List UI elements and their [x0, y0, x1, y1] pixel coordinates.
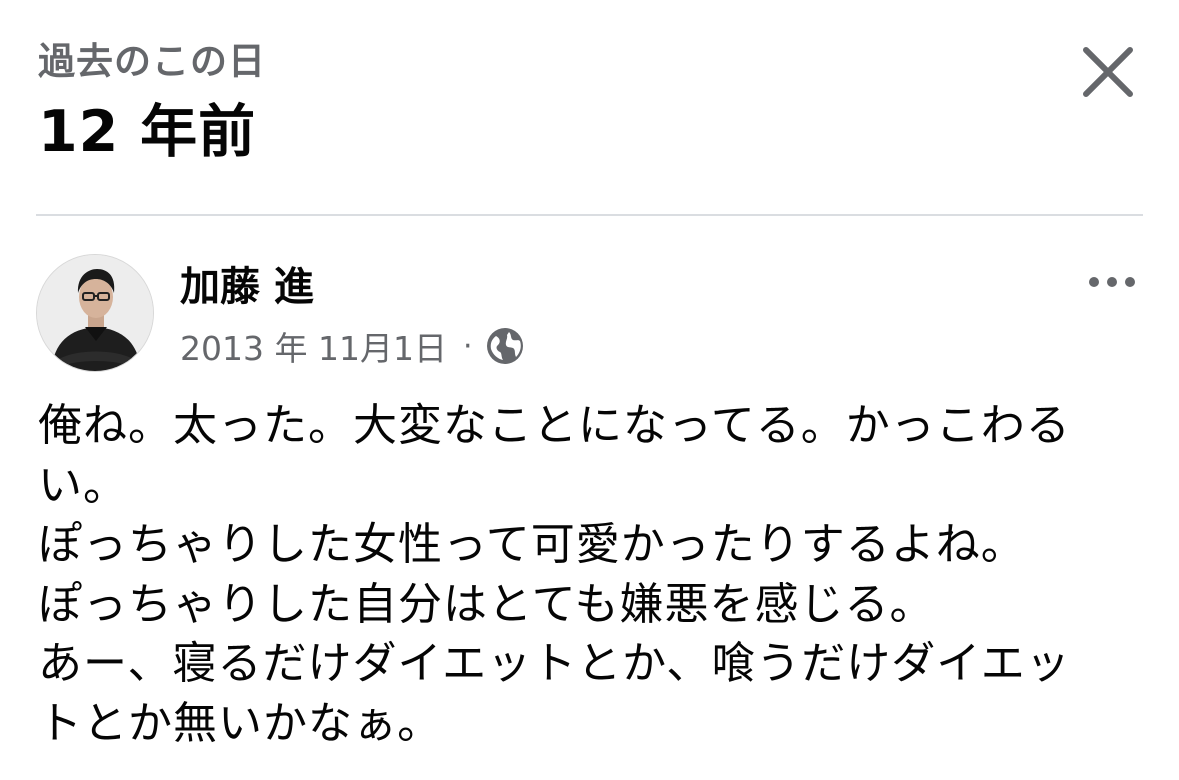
- memories-header: 過去のこの日 12 年前: [0, 0, 1179, 216]
- header-divider: [36, 214, 1143, 216]
- post-text-line: ぽっちゃりした自分はとても嫌悪を感じる。: [38, 578, 935, 630]
- post-text-line: い。: [38, 459, 128, 511]
- author-name[interactable]: 加藤 進: [180, 260, 314, 314]
- post-text: 俺ね。太った。大変なことになってる。かっこわる い。 ぽっちゃりした女性って可愛…: [38, 396, 1148, 780]
- close-button[interactable]: [1076, 40, 1140, 104]
- post-text-line: ぽっちゃりした女性って可愛かったりするよね。: [38, 519, 1026, 570]
- avatar[interactable]: [36, 254, 154, 372]
- close-icon: [1083, 47, 1133, 97]
- more-horizontal-icon: [1089, 277, 1135, 287]
- post-meta: 2013 年 11月1日 ·: [180, 324, 525, 368]
- memories-subtitle: 過去のこの日: [38, 40, 266, 83]
- post-text-line: 俺ね。太った。大変なことになってる。かっこわる: [38, 400, 1071, 451]
- profile-photo: [37, 255, 153, 371]
- meta-separator: ·: [462, 328, 473, 364]
- globe-icon: [486, 328, 523, 364]
- more-options-button[interactable]: [1084, 264, 1140, 300]
- memories-title: 12 年前: [38, 99, 257, 165]
- post-text-line: あー、寝るだけダイエットとか、喰うだけダイエッ: [38, 638, 1071, 689]
- post-date[interactable]: 2013 年 11月1日: [180, 322, 447, 370]
- post-text-line: トとか無いかなぁ。: [38, 697, 443, 749]
- post-header: 加藤 進 2013 年 11月1日 ·: [0, 244, 1179, 384]
